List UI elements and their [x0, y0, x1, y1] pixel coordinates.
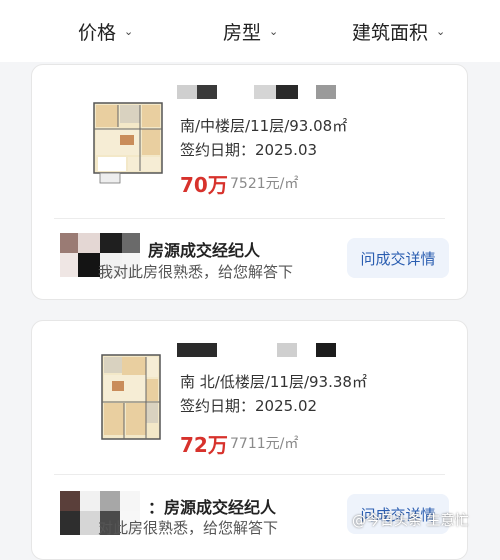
- sign-date: 签约日期：2025.02: [180, 397, 318, 415]
- divider: [54, 474, 445, 475]
- total-price: 72万: [180, 433, 228, 457]
- redaction-block: [316, 343, 336, 357]
- listing-meta: 南 北/低楼层/11层/93.38㎡: [180, 373, 367, 391]
- redaction-block: [177, 343, 217, 357]
- listing-meta: 南/中楼层/11层/93.08㎡: [180, 117, 348, 135]
- agent-title: 房源成交经纪人: [148, 241, 261, 260]
- filter-price-label: 价格: [78, 22, 117, 44]
- redaction-block: [197, 85, 217, 99]
- filter-area-label: 建筑面积: [352, 22, 429, 44]
- sign-date: 签约日期：2025.03: [180, 141, 318, 159]
- floor-plan-image: [93, 102, 163, 184]
- filter-bar: 价格 ⌄ 房型 ⌄ 建筑面积 ⌄: [0, 0, 500, 62]
- agent-title: ：房源成交经纪人: [148, 498, 277, 517]
- unit-price: 7521元/㎡: [230, 176, 299, 192]
- redaction-block: [177, 85, 197, 99]
- total-price: 70万: [180, 173, 228, 197]
- ask-deal-details-button[interactable]: 问成交详情: [347, 238, 449, 278]
- agent-desc: 我对此房很熟悉，给您解答下: [98, 263, 294, 281]
- filter-area[interactable]: 建筑面积 ⌄: [352, 18, 445, 45]
- chevron-down-icon: ⌄: [124, 25, 134, 38]
- listing-card[interactable]: 南/中楼层/11层/93.08㎡ 签约日期：2025.03 70万 7521元/…: [31, 64, 468, 300]
- redaction-block: [276, 85, 298, 99]
- chevron-down-icon: ⌄: [269, 25, 279, 38]
- watermark: @今日头条 生意忙: [352, 513, 469, 529]
- divider: [54, 218, 445, 219]
- agent-desc: 对此房很熟悉，给您解答下: [98, 519, 279, 537]
- floor-plan-image: [101, 354, 161, 440]
- filter-layout[interactable]: 房型 ⌄: [223, 18, 278, 45]
- redaction-block: [277, 343, 297, 357]
- chevron-down-icon: ⌄: [436, 25, 446, 38]
- unit-price: 7711元/㎡: [230, 436, 299, 452]
- filter-price[interactable]: 价格 ⌄: [78, 18, 133, 45]
- redaction-block: [316, 85, 336, 99]
- filter-layout-label: 房型: [223, 22, 262, 44]
